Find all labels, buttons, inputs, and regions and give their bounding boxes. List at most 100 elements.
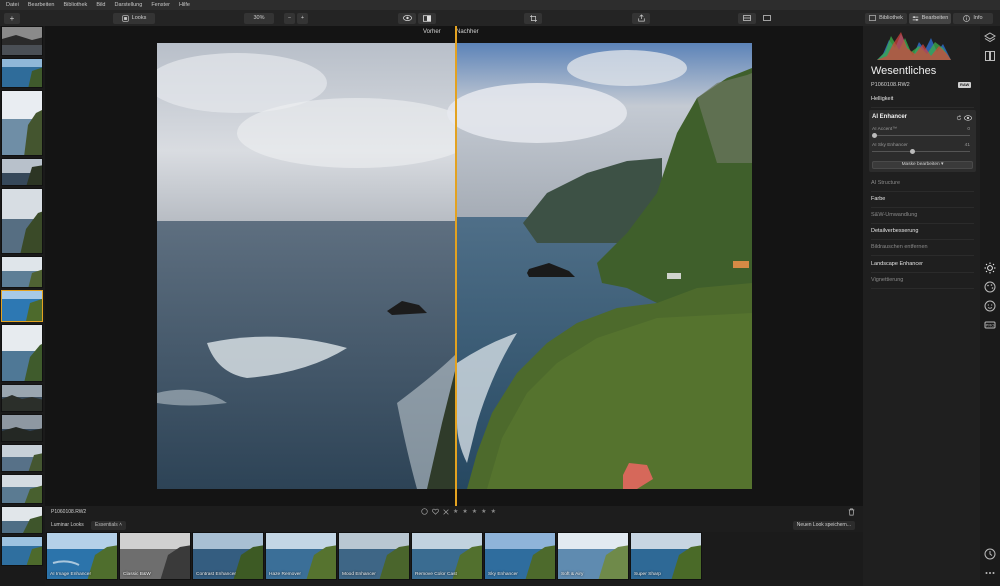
panel-title: Wesentliches	[871, 65, 937, 77]
add-images-button[interactable]: +	[4, 12, 20, 24]
save-new-look-button[interactable]: Neuen Look speichern...	[792, 520, 855, 530]
portrait-face-icon[interactable]	[984, 300, 996, 312]
star-rating-2[interactable]: ★	[462, 508, 467, 515]
look-tile[interactable]: Haze Remover	[265, 532, 337, 580]
look-tile[interactable]: AI Image Enhancer	[46, 532, 118, 580]
section-vignette[interactable]: Vignettierung	[871, 273, 974, 289]
filmstrip-thumb[interactable]	[1, 506, 43, 534]
thumbnail-image	[2, 59, 42, 87]
section-color[interactable]: Farbe	[871, 192, 974, 208]
menu-item-edit[interactable]: Bearbeiten	[28, 2, 55, 8]
ai-accent-slider[interactable]	[872, 133, 970, 138]
reject-icon[interactable]	[443, 508, 449, 515]
filmstrip-thumb[interactable]	[1, 474, 43, 504]
before-after-split-handle[interactable]	[455, 26, 457, 506]
zoom-in-button[interactable]: +	[297, 12, 308, 24]
edit-mask-button[interactable]: Maske bearbeiten ▾	[872, 161, 973, 169]
look-tile[interactable]: Remove Color Cast	[411, 532, 483, 580]
section-detail-enhancement[interactable]: Detailverbesserung	[871, 224, 974, 240]
zoom-select[interactable]: 30%	[244, 12, 274, 24]
ai-accent-slider-knob[interactable]	[872, 133, 877, 138]
thumbnail-image	[2, 507, 42, 533]
star-rating-3[interactable]: ★	[472, 508, 477, 515]
star-rating-5[interactable]: ★	[491, 508, 496, 515]
look-tile[interactable]: Classic B&W	[119, 532, 191, 580]
single-view-button[interactable]	[758, 13, 776, 24]
essentials-sun-icon[interactable]	[984, 262, 996, 274]
filmstrip-thumb[interactable]	[1, 188, 43, 254]
filmstrip-thumb[interactable]	[1, 90, 43, 156]
section-denoise[interactable]: Bildrauschen entfernen	[871, 240, 974, 256]
image-canvas[interactable]: Vorher Nachher	[45, 26, 863, 506]
visibility-eye-icon[interactable]	[964, 115, 972, 121]
luminar-looks-label: Luminar Looks	[51, 522, 84, 528]
star-rating-4[interactable]: ★	[481, 508, 486, 515]
star-rating-1[interactable]: ★	[453, 508, 458, 515]
tab-library[interactable]: Bibliothek	[865, 12, 907, 24]
look-tile[interactable]: Soft & Airy	[557, 532, 629, 580]
look-name: Sky Enhancer	[488, 572, 518, 577]
thumbnail-image	[2, 257, 42, 287]
thumbnail-image	[2, 445, 42, 471]
filmstrip-thumb[interactable]	[1, 256, 43, 288]
menu-item-view[interactable]: Darstellung	[114, 2, 142, 8]
filmstrip-thumb[interactable]	[1, 324, 43, 382]
more-options-icon[interactable]	[984, 567, 996, 579]
look-tile[interactable]: Super Sharp	[630, 532, 702, 580]
reset-icon[interactable]	[956, 115, 962, 121]
zoom-out-button[interactable]: −	[284, 12, 295, 24]
filmstrip-thumb[interactable]	[1, 414, 43, 442]
compare-button[interactable]	[418, 12, 436, 24]
filmstrip-thumb[interactable]	[1, 58, 43, 88]
menu-item-window[interactable]: Fenster	[151, 2, 170, 8]
menu-item-file[interactable]: Datei	[6, 2, 19, 8]
look-name: AI Image Enhancer	[50, 572, 92, 577]
single-image-icon	[763, 15, 771, 21]
share-icon	[637, 14, 645, 22]
ai-enhancer-title[interactable]: AI Enhancer	[872, 114, 907, 120]
filmstrip-thumb[interactable]	[1, 444, 43, 472]
look-tile[interactable]: Mood Enhancer	[338, 532, 410, 580]
section-landscape-enhancer[interactable]: Landscape Enhancer	[871, 257, 974, 273]
layers-icon[interactable]	[984, 32, 996, 44]
trash-icon[interactable]	[848, 508, 855, 516]
favorite-heart-icon[interactable]	[432, 508, 439, 515]
tab-info[interactable]: Info	[953, 12, 993, 24]
image-info-bar: P1060108.RW2 ★ ★ ★ ★ ★	[45, 506, 863, 518]
filmstrip-icon	[743, 15, 751, 21]
menu-item-library[interactable]: Bibliothek	[63, 2, 87, 8]
filmstrip-thumb[interactable]	[1, 384, 43, 412]
look-tile[interactable]: Sky Enhancer	[484, 532, 556, 580]
ai-sky-slider[interactable]	[872, 149, 970, 154]
look-tile[interactable]: Contrast Enhancer	[192, 532, 264, 580]
section-ai-structure[interactable]: AI Structure	[871, 176, 974, 192]
looks-button[interactable]: Looks	[113, 12, 155, 24]
ai-sky-slider-knob[interactable]	[910, 149, 916, 154]
look-name: Classic B&W	[123, 572, 151, 577]
filmstrip-thumb[interactable]	[1, 158, 43, 186]
image-filename: P1060108.RW2	[51, 509, 87, 515]
crop-button[interactable]	[524, 12, 542, 24]
info-icon	[963, 14, 971, 22]
section-bw-conversion[interactable]: S&W-Umwandlung	[871, 208, 974, 224]
section-brightness[interactable]: Helligkeit	[871, 92, 974, 108]
library-icon	[869, 15, 877, 21]
preview-toggle-button[interactable]	[398, 12, 416, 24]
history-clock-icon[interactable]	[984, 548, 996, 560]
tab-edit[interactable]: Bearbeiten	[909, 12, 951, 24]
canvas-icon[interactable]	[984, 50, 996, 62]
share-button[interactable]	[632, 12, 650, 24]
filmstrip-thumb[interactable]	[1, 536, 43, 566]
filmstrip-thumb-selected[interactable]	[1, 290, 43, 322]
sliders-icon	[912, 15, 918, 21]
filmstrip-view-button[interactable]	[738, 12, 756, 24]
color-label-icon[interactable]	[421, 508, 428, 515]
creative-palette-icon[interactable]	[984, 281, 996, 293]
thumbnail-image	[2, 415, 42, 441]
looks-bar: Luminar Looks Essentials ˄ Neuen Look sp…	[45, 518, 863, 532]
pro-tools-icon[interactable]: PRO	[984, 319, 996, 331]
menu-item-help[interactable]: Hilfe	[179, 2, 190, 8]
filmstrip-thumb[interactable]	[1, 26, 43, 56]
menu-item-image[interactable]: Bild	[96, 2, 105, 8]
looks-collection-select[interactable]: Essentials ˄	[91, 520, 127, 530]
